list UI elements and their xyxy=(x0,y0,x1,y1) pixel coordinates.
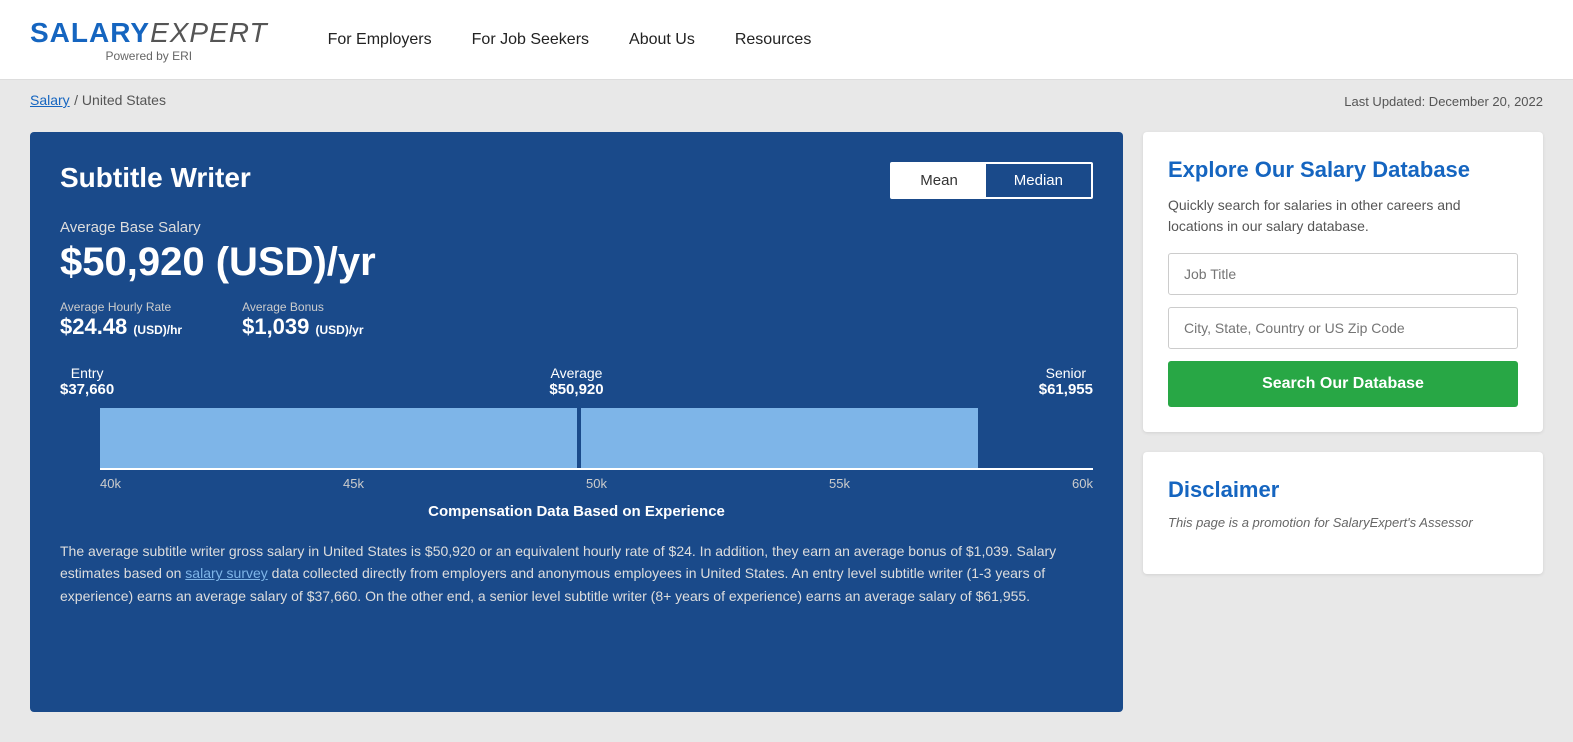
salary-panel: Subtitle Writer Mean Median Average Base… xyxy=(30,132,1123,712)
hourly-rate-item: Average Hourly Rate $24.48 (USD)/hr xyxy=(60,300,182,340)
disclaimer-card: Disclaimer This page is a promotion for … xyxy=(1143,452,1543,574)
nav-about-us[interactable]: About Us xyxy=(629,31,695,49)
x-axis: 40k 45k 50k 55k 60k xyxy=(100,468,1093,491)
salary-survey-link[interactable]: salary survey xyxy=(185,565,267,581)
explore-description: Quickly search for salaries in other car… xyxy=(1168,195,1518,237)
job-title-input[interactable] xyxy=(1168,253,1518,295)
salary-info: Average Base Salary $50,920 (USD)/yr Ave… xyxy=(60,219,1093,340)
mean-button[interactable]: Mean xyxy=(892,164,986,197)
job-title-header: Subtitle Writer Mean Median xyxy=(60,162,1093,199)
median-button[interactable]: Median xyxy=(986,164,1091,197)
description: The average subtitle writer gross salary… xyxy=(60,540,1093,607)
senior-label: Senior $61,955 xyxy=(1039,365,1093,398)
bar-chart: 40k 45k 50k 55k 60k xyxy=(60,408,1093,491)
bonus-label: Average Bonus xyxy=(242,300,363,314)
breadcrumb-bar: Salary / United States Last Updated: Dec… xyxy=(0,80,1573,122)
salary-extras: Average Hourly Rate $24.48 (USD)/hr Aver… xyxy=(60,300,1093,340)
breadcrumb-salary-link[interactable]: Salary xyxy=(30,92,70,108)
job-title: Subtitle Writer xyxy=(60,162,251,194)
bar-entry-to-avg xyxy=(100,408,577,468)
chart-section: Entry $37,660 Average $50,920 Senior $61… xyxy=(60,365,1093,520)
avg-base-label: Average Base Salary xyxy=(60,219,1093,236)
x-label-50k: 50k xyxy=(586,476,607,491)
search-database-button[interactable]: Search Our Database xyxy=(1168,361,1518,407)
nav-for-employers[interactable]: For Employers xyxy=(328,31,432,49)
logo: SALARYEXPERT xyxy=(30,17,268,49)
bar-avg-to-senior xyxy=(581,408,978,468)
hourly-amount: $24.48 xyxy=(60,314,127,339)
chart-labels: Entry $37,660 Average $50,920 Senior $61… xyxy=(60,365,1093,398)
average-label: Average $50,920 xyxy=(549,365,603,398)
explore-card: Explore Our Salary Database Quickly sear… xyxy=(1143,132,1543,432)
location-input[interactable] xyxy=(1168,307,1518,349)
hourly-label: Average Hourly Rate xyxy=(60,300,182,314)
bonus-unit: (USD)/yr xyxy=(316,323,364,337)
avg-salary-value: $50,920 (USD)/yr xyxy=(60,240,1093,285)
hourly-value: $24.48 (USD)/hr xyxy=(60,314,182,340)
mean-median-toggle: Mean Median xyxy=(890,162,1093,199)
breadcrumb-current: United States xyxy=(82,92,166,108)
logo-area: SALARYEXPERT Powered by ERI xyxy=(30,17,268,63)
explore-title: Explore Our Salary Database xyxy=(1168,157,1518,183)
bonus-item: Average Bonus $1,039 (USD)/yr xyxy=(242,300,363,340)
logo-salary: SALARY xyxy=(30,17,150,48)
entry-label: Entry $37,660 xyxy=(60,365,114,398)
breadcrumb: Salary / United States xyxy=(30,92,166,110)
logo-expert: EXPERT xyxy=(150,17,268,48)
bars xyxy=(100,408,1093,468)
disclaimer-title: Disclaimer xyxy=(1168,477,1518,503)
logo-powered: Powered by ERI xyxy=(30,49,268,63)
bonus-amount: $1,039 xyxy=(242,314,309,339)
bonus-value: $1,039 (USD)/yr xyxy=(242,314,363,340)
x-label-60k: 60k xyxy=(1072,476,1093,491)
main-container: Subtitle Writer Mean Median Average Base… xyxy=(0,122,1573,742)
main-nav: For Employers For Job Seekers About Us R… xyxy=(328,31,812,49)
header: SALARYEXPERT Powered by ERI For Employer… xyxy=(0,0,1573,80)
disclaimer-text: This page is a promotion for SalaryExper… xyxy=(1168,513,1518,533)
nav-resources[interactable]: Resources xyxy=(735,31,811,49)
hourly-unit: (USD)/hr xyxy=(133,323,182,337)
nav-for-job-seekers[interactable]: For Job Seekers xyxy=(472,31,589,49)
right-sidebar: Explore Our Salary Database Quickly sear… xyxy=(1143,132,1543,712)
x-label-55k: 55k xyxy=(829,476,850,491)
x-label-40k: 40k xyxy=(100,476,121,491)
chart-caption: Compensation Data Based on Experience xyxy=(60,503,1093,520)
breadcrumb-separator: / xyxy=(74,92,82,108)
last-updated: Last Updated: December 20, 2022 xyxy=(1344,94,1543,109)
x-label-45k: 45k xyxy=(343,476,364,491)
